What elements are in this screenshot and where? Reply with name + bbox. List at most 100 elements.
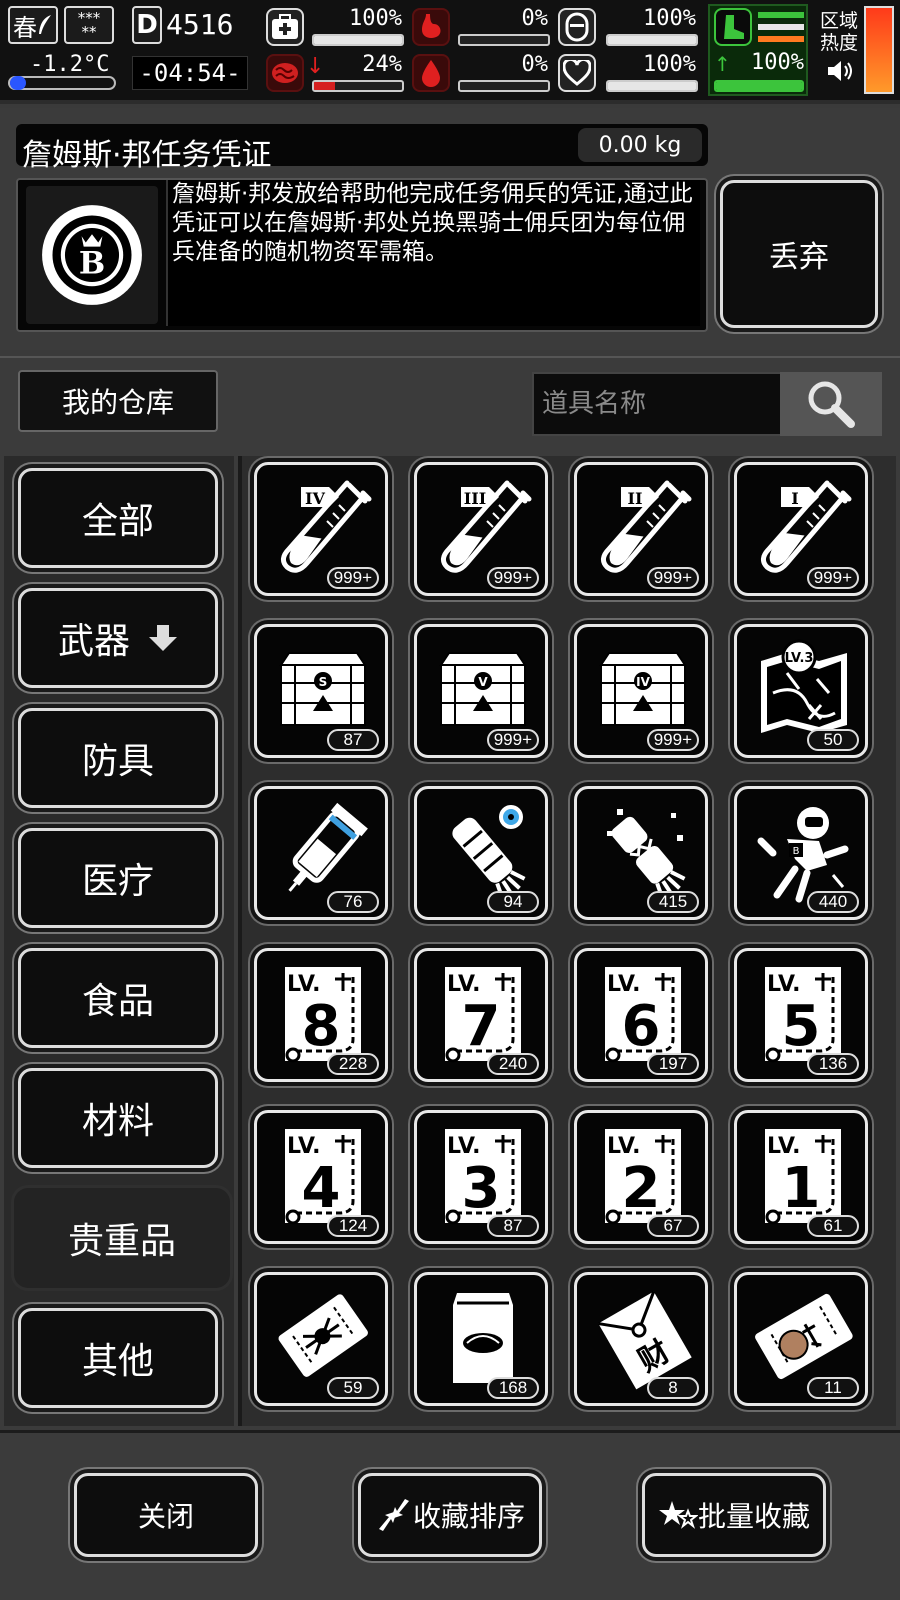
item-count: 67 [647, 1215, 699, 1237]
heart-icon [558, 54, 596, 92]
inventory-slot[interactable]: LV. 1 61 [734, 1110, 868, 1244]
inventory-slot[interactable]: LV. 4 124 [254, 1110, 388, 1244]
health-bar-fill [314, 36, 402, 44]
season-badge: 春 [8, 6, 58, 44]
category-valuables[interactable]: 贵重品 [14, 1188, 230, 1288]
mood-bar [606, 80, 698, 92]
boot-icon [714, 8, 752, 46]
inventory-slot[interactable]: V 999+ [414, 624, 548, 758]
batch-favorite-button[interactable]: 批量收藏 [642, 1473, 826, 1557]
inventory-slot[interactable]: LV. 2 67 [574, 1110, 708, 1244]
inventory-slot[interactable]: 168 [414, 1272, 548, 1406]
inventory-slot[interactable]: 财8 [574, 1272, 708, 1406]
item-info-box: B 詹姆斯·邦发放给帮助他完成任务佣兵的凭证,通过此凭证可以在詹姆斯·邦处兑换黑… [16, 178, 708, 332]
item-count: 8 [647, 1377, 699, 1399]
tier-label: LV.3 [785, 651, 814, 666]
category-label: 材料 [81, 1101, 154, 1142]
zone-heat-label-line-1: 区域 [819, 10, 858, 32]
energy-icon [558, 8, 596, 46]
blood-pct: 0% [521, 52, 549, 77]
item-count: 240 [487, 1053, 539, 1075]
category-medical[interactable]: 医疗 [18, 828, 218, 928]
inventory-slot[interactable]: I 999+ [734, 462, 868, 596]
item-count: 87 [487, 1215, 539, 1237]
inventory-slot[interactable]: 76 [254, 786, 388, 920]
status-bar: 春 *** ** -1.2°C D 4516 -04:54- 100% 0% 1… [0, 0, 900, 104]
ticket-level: 2 [622, 1156, 661, 1221]
stamina-line-1 [758, 12, 804, 18]
category-weapons[interactable]: 武器 [18, 588, 218, 688]
inventory-slot[interactable]: LV. 3 87 [414, 1110, 548, 1244]
svg-text:B: B [793, 846, 800, 857]
item-count: 168 [487, 1377, 539, 1399]
feather-icon [39, 15, 51, 34]
inventory-slot[interactable]: B 440 [734, 786, 868, 920]
stomach-icon [412, 8, 450, 46]
inventory-slot[interactable]: LV. 6 197 [574, 948, 708, 1082]
search-input[interactable] [532, 372, 780, 436]
ticket-level: 4 [302, 1156, 341, 1221]
energy-bar [606, 34, 698, 46]
stamina-pct: 100% [751, 50, 804, 75]
stamina-line-2 [758, 24, 804, 30]
inventory-slot[interactable]: 59 [254, 1272, 388, 1406]
temperature-gauge-fill [10, 76, 26, 90]
item-count: 11 [807, 1377, 859, 1399]
infection-icon [266, 54, 304, 92]
speaker-icon[interactable] [826, 58, 856, 88]
tier-label: I [791, 489, 798, 508]
inventory-slot[interactable]: II 999+ [574, 462, 708, 596]
arrow-down-icon [149, 625, 177, 651]
stars-icon [658, 1501, 698, 1529]
zone-heat-label: 区域 热度 [818, 10, 860, 54]
main-area: 全部 武器 防具 医疗 食品 材料 贵重品 其他 IV 999+ III 999+ II… [0, 452, 900, 1430]
inventory-slot[interactable]: IV 999+ [254, 462, 388, 596]
magnifier-icon [808, 381, 855, 428]
item-icon-frame: B [26, 186, 158, 324]
inventory-slot[interactable]: IV 999+ [574, 624, 708, 758]
tier-label: IV [305, 489, 325, 508]
svg-text:B: B [79, 246, 105, 282]
sort-favorites-button[interactable]: 收藏排序 [358, 1473, 542, 1557]
day-counter: 4516 [166, 8, 234, 41]
inventory-slot[interactable]: S 87 [254, 624, 388, 758]
category-materials[interactable]: 材料 [18, 1068, 218, 1168]
energy-pct: 100% [643, 6, 696, 31]
weather-badge: *** ** [64, 6, 114, 44]
inventory-slot[interactable]: 415 [574, 786, 708, 920]
item-count: 999+ [486, 567, 539, 589]
ticket-level: 3 [462, 1156, 501, 1221]
temperature-gauge [8, 76, 116, 90]
inventory-slot[interactable]: 11 [734, 1272, 868, 1406]
discard-button[interactable]: 丢弃 [720, 180, 878, 328]
item-count: 999+ [486, 729, 539, 751]
category-armor[interactable]: 防具 [18, 708, 218, 808]
category-other[interactable]: 其他 [18, 1308, 218, 1408]
item-count: 136 [807, 1053, 859, 1075]
health-bar [312, 34, 404, 46]
inventory-slot[interactable]: LV.3 50 [734, 624, 868, 758]
category-all[interactable]: 全部 [18, 468, 218, 568]
tier-label: II [628, 489, 643, 508]
day-icon: D [132, 6, 162, 44]
search-button[interactable] [780, 372, 882, 436]
category-food[interactable]: 食品 [18, 948, 218, 1048]
category-label: 防具 [81, 741, 154, 782]
inventory-slot[interactable]: LV. 8 228 [254, 948, 388, 1082]
inventory-slot[interactable]: LV. 5 136 [734, 948, 868, 1082]
item-description: 詹姆斯·邦发放给帮助他完成任务佣兵的凭证,通过此凭证可以在詹姆斯·邦处兑换黑骑士… [166, 180, 700, 326]
ticket-level: 7 [462, 994, 501, 1059]
inventory-slot[interactable]: III 999+ [414, 462, 548, 596]
close-button[interactable]: 关闭 [74, 1473, 258, 1557]
item-title: 詹姆斯·邦任务凭证 [22, 138, 272, 173]
item-count: 59 [327, 1377, 379, 1399]
item-count: 61 [807, 1215, 859, 1237]
item-count: 94 [487, 891, 539, 913]
inventory-slot[interactable]: 94 [414, 786, 548, 920]
energy-bar-fill [608, 36, 696, 44]
stamina-panel: ↑ 100% [708, 4, 808, 96]
inventory-slot[interactable]: LV. 7 240 [414, 948, 548, 1082]
stamina-bar [714, 80, 804, 92]
tier-label: V [478, 675, 488, 689]
item-count: 999+ [646, 729, 699, 751]
